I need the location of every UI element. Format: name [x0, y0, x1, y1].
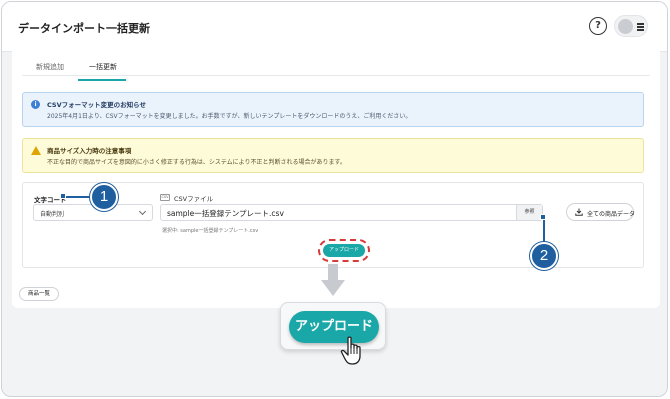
product-list-button[interactable]: 商品一覧 [19, 287, 59, 301]
down-arrow-icon [321, 264, 345, 296]
all-product-data-label: 全ての商品データ [587, 211, 636, 218]
callout-badge-1: 1 [90, 183, 118, 211]
active-tab-indicator [78, 79, 126, 81]
charcode-value: 自動判別 [40, 211, 65, 218]
callout-badge-2: 2 [530, 242, 558, 270]
tab-new-add[interactable]: 新規追加 [36, 62, 64, 72]
info-notice-title: CSVフォーマット変更のお知らせ [47, 101, 146, 109]
warning-notice-text: 不正な目的で商品サイズを意図的に小さく修正する行為は、システムにより不正と判断さ… [47, 159, 346, 166]
menu-icon [637, 23, 644, 31]
callout-leader-1 [63, 196, 91, 198]
browse-button[interactable]: 参照 [516, 205, 542, 220]
callout-anchor-2 [540, 214, 546, 220]
help-button[interactable]: ? [589, 17, 607, 35]
avatar [618, 19, 633, 34]
all-product-data-button[interactable]: 全ての商品データ [566, 203, 636, 221]
warning-icon [31, 146, 41, 155]
csv-file-input[interactable]: sample一括登録テンプレート.csv 参照 [160, 204, 543, 221]
callout-leader-2 [543, 217, 545, 243]
download-icon [575, 208, 583, 216]
warning-notice: 商品サイズ入力時の注意事項 不正な目的で商品サイズを意図的に小さく修正する行為は… [22, 138, 644, 173]
zoomed-upload-callout: アップロード [280, 302, 386, 350]
csv-file-value: sample一括登録テンプレート.csv [167, 209, 284, 218]
info-notice-text: 2025年4月1日より、CSVフォーマットを変更しました。お手数ですが、新しいテ… [47, 113, 412, 120]
tab-bulk-update[interactable]: 一括更新 [89, 62, 117, 72]
user-menu-button[interactable] [614, 15, 648, 37]
callout-anchor-1 [60, 193, 66, 199]
selected-file-note: 選択中: sample一括登録テンプレート.csv [162, 228, 259, 234]
header-bar: データインポート一括更新 ? [2, 2, 667, 52]
info-icon: i [31, 100, 40, 109]
csv-file-label: CSVファイル [174, 195, 214, 203]
info-notice: i CSVフォーマット変更のお知らせ 2025年4月1日より、CSVフォーマット… [22, 92, 644, 127]
chevron-down-icon [138, 207, 147, 216]
hand-pointer-icon [340, 336, 361, 365]
warning-notice-title: 商品サイズ入力時の注意事項 [47, 147, 132, 155]
app-window: データインポート一括更新 ? 新規追加 一括更新 i CSVフォーマット変更のお… [1, 1, 668, 397]
page-title: データインポート一括更新 [18, 22, 150, 35]
csv-file-icon: CSV [160, 194, 170, 201]
upload-highlight-ring [318, 239, 370, 262]
tab-divider [22, 75, 650, 76]
